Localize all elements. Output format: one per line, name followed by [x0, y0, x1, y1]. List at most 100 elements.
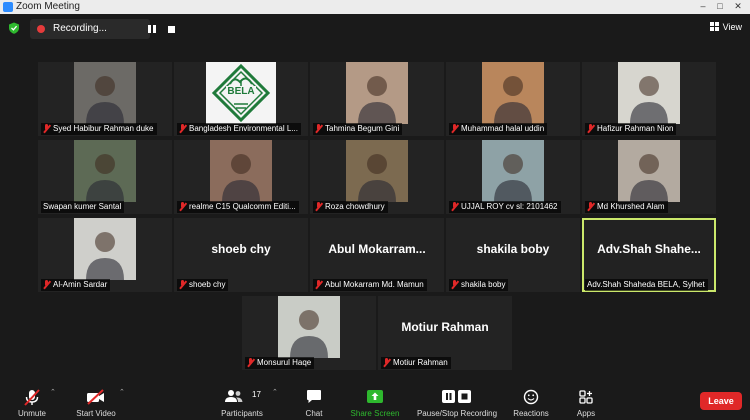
participant-name: Hafizur Rahman Nion [597, 124, 674, 133]
muted-mic-icon [247, 358, 254, 367]
participant-name: shoeb chy [189, 280, 226, 289]
participant-name-label: shakila boby [449, 279, 509, 291]
pause-stop-recording-label: Pause/Stop Recording [416, 409, 498, 418]
security-shield-icon[interactable] [8, 22, 20, 34]
participant-name: Syed Habibur Rahman duke [53, 124, 154, 133]
participant-count: 17 [252, 390, 261, 399]
start-video-button[interactable]: Start Video [70, 384, 122, 420]
share-screen-icon [367, 390, 383, 403]
muted-mic-icon [587, 202, 594, 211]
participant-name: Al-Amin Sardar [53, 280, 108, 289]
muted-microphone-icon [24, 389, 40, 406]
participants-icon [224, 390, 243, 402]
leave-button[interactable]: Leave [700, 392, 742, 410]
pause-recording-icon[interactable] [145, 23, 159, 35]
participant-video [74, 62, 136, 124]
participant-video [210, 140, 272, 202]
person-silhouette-icon [358, 76, 396, 124]
participant-name: realme C15 Qualcomm Editi... [189, 202, 296, 211]
audio-options-chevron-icon[interactable]: ⌃ [50, 388, 56, 396]
participant-tile[interactable]: Tahmina Begum Gini [310, 62, 444, 136]
muted-mic-icon [179, 202, 186, 211]
participant-name-label: Syed Habibur Rahman duke [41, 123, 157, 135]
unmute-button[interactable]: Unmute [10, 384, 54, 420]
participant-display-name: shoeb chy [211, 242, 271, 256]
participant-tile[interactable]: Monsurul Haqe [242, 296, 376, 370]
muted-mic-icon [43, 124, 50, 133]
participant-name: Adv.Shah Shaheda BELA, Sylhet [587, 280, 705, 289]
participants-options-chevron-icon[interactable]: ⌃ [272, 388, 278, 396]
participant-tile[interactable]: UJJAL ROY cv sl: 2101462 [446, 140, 580, 214]
reactions-smiley-icon [523, 389, 539, 405]
person-silhouette-icon [86, 154, 124, 202]
chat-icon [307, 390, 321, 403]
person-silhouette-icon [86, 232, 124, 280]
video-off-icon [87, 389, 104, 405]
participants-button[interactable]: 17 Participants [216, 384, 268, 420]
participant-tile[interactable]: Roza chowdhury [310, 140, 444, 214]
share-screen-button[interactable]: Share Screen [346, 384, 404, 420]
muted-mic-icon [179, 124, 186, 133]
participant-name: Abul Mokarram Md. Mamun [325, 280, 424, 289]
participant-tile[interactable]: Abul Mokarram... Abul Mokarram Md. Mamun [310, 218, 444, 292]
participant-name-label: realme C15 Qualcomm Editi... [177, 201, 299, 213]
pause-stop-icon [442, 390, 471, 403]
participant-display-name: Adv.Shah Shahe... [597, 242, 701, 256]
start-video-label: Start Video [76, 409, 116, 418]
recording-label: Recording... [53, 23, 107, 34]
participant-tile[interactable]: shakila boby shakila boby [446, 218, 580, 292]
participant-video [482, 62, 544, 124]
participant-display-name: Motiur Rahman [401, 320, 489, 334]
participant-video [618, 140, 680, 202]
meeting-topbar: Recording... View [0, 14, 750, 42]
participant-tile[interactable]: Hafizur Rahman Nion [582, 62, 716, 136]
participant-name: Monsurul Haqe [257, 358, 312, 367]
recording-dot-icon [37, 25, 45, 33]
participant-tile[interactable]: Syed Habibur Rahman duke [38, 62, 172, 136]
participant-video [618, 62, 680, 124]
participant-name-label: Tahmina Begum Gini [313, 123, 403, 135]
unmute-label: Unmute [17, 409, 46, 418]
participant-name: Motiur Rahman [393, 358, 448, 367]
participant-tile[interactable]: Md Khurshed Alam [582, 140, 716, 214]
muted-mic-icon [315, 124, 322, 133]
participant-tile[interactable]: Muhammad halal uddin [446, 62, 580, 136]
person-silhouette-icon [494, 76, 532, 124]
participant-name-label: Monsurul Haqe [245, 357, 315, 369]
participant-video [278, 296, 340, 358]
meeting-toolbar: Unmute ⌃ Start Video ⌃ 17 Participants ⌃… [0, 382, 750, 420]
minimize-icon[interactable]: – [696, 0, 710, 12]
participant-name: Roza chowdhury [325, 202, 385, 211]
participant-tile[interactable]: shoeb chy shoeb chy [174, 218, 308, 292]
participant-tile[interactable]: Adv.Shah Shahe... Adv.Shah Shaheda BELA, … [582, 218, 716, 292]
participant-video [74, 140, 136, 202]
participant-name-label: Swapan kumer Santal [41, 201, 125, 213]
participant-video [482, 140, 544, 202]
participant-tile[interactable]: BELA Bangladesh Environmental L... [174, 62, 308, 136]
participant-tile[interactable]: Motiur Rahman Motiur Rahman [378, 296, 512, 370]
chat-button[interactable]: Chat [296, 384, 332, 420]
apps-button[interactable]: Apps [568, 384, 604, 420]
stop-recording-icon[interactable] [168, 26, 175, 33]
participant-name-label: Md Khurshed Alam [585, 201, 668, 213]
participant-tile[interactable]: realme C15 Qualcomm Editi... [174, 140, 308, 214]
participant-tile[interactable]: Al-Amin Sardar [38, 218, 172, 292]
participant-tile[interactable]: Swapan kumer Santal [38, 140, 172, 214]
participant-name-label: Bangladesh Environmental L... [177, 123, 301, 135]
participant-name-label: Motiur Rahman [381, 357, 451, 369]
participant-name: UJJAL ROY cv sl: 2101462 [461, 202, 558, 211]
reactions-button[interactable]: Reactions [510, 384, 552, 420]
view-label: View [722, 22, 742, 32]
maximize-icon[interactable]: □ [713, 0, 727, 12]
grid-view-icon [709, 22, 719, 31]
view-button[interactable]: View [709, 20, 742, 34]
participant-name-label: Roza chowdhury [313, 201, 388, 213]
close-icon[interactable]: ✕ [731, 0, 745, 12]
muted-mic-icon [315, 202, 322, 211]
video-options-chevron-icon[interactable]: ⌃ [119, 388, 125, 396]
pause-stop-recording-button[interactable]: Pause/Stop Recording [412, 384, 502, 420]
person-silhouette-icon [222, 154, 260, 202]
participant-name-label: shoeb chy [177, 279, 229, 291]
person-silhouette-icon [358, 154, 396, 202]
gallery-view: Syed Habibur Rahman duke BELA Bangladesh E… [0, 42, 750, 382]
